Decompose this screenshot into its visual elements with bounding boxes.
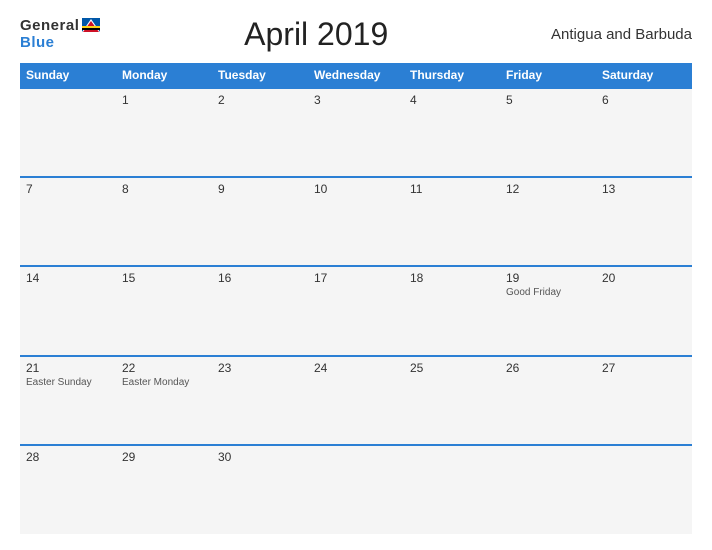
day-number: 14 <box>26 271 110 285</box>
logo-blue: Blue <box>20 35 100 52</box>
calendar-title: April 2019 <box>100 16 532 53</box>
calendar-cell: 7 <box>20 177 116 266</box>
country-name: Antigua and Barbuda <box>532 26 692 43</box>
weekday-header-tuesday: Tuesday <box>212 63 308 88</box>
day-event: Easter Monday <box>122 377 206 388</box>
logo-general: General <box>20 17 79 34</box>
calendar-cell <box>500 445 596 534</box>
week-row-4: 21 Easter Sunday 22 Easter Monday 23 24 25 26 27 <box>20 356 692 445</box>
day-number: 25 <box>410 361 494 375</box>
calendar-cell: 30 <box>212 445 308 534</box>
weekday-header-friday: Friday <box>500 63 596 88</box>
day-number: 12 <box>506 182 590 196</box>
calendar-cell: 9 <box>212 177 308 266</box>
calendar-cell: 29 <box>116 445 212 534</box>
calendar-cell: 6 <box>596 88 692 177</box>
day-number: 15 <box>122 271 206 285</box>
day-number: 13 <box>602 182 686 196</box>
day-number: 27 <box>602 361 686 375</box>
day-number: 18 <box>410 271 494 285</box>
calendar-cell: 13 <box>596 177 692 266</box>
day-number: 24 <box>314 361 398 375</box>
day-number: 4 <box>410 93 494 107</box>
calendar-cell <box>308 445 404 534</box>
day-number: 30 <box>218 450 302 464</box>
calendar-table: SundayMondayTuesdayWednesdayThursdayFrid… <box>20 63 692 534</box>
day-number: 26 <box>506 361 590 375</box>
calendar-cell: 8 <box>116 177 212 266</box>
calendar-cell: 25 <box>404 356 500 445</box>
calendar-cell: 27 <box>596 356 692 445</box>
day-number: 22 <box>122 361 206 375</box>
calendar-cell: 2 <box>212 88 308 177</box>
calendar-header: General Blue April 2019 Antigua and Barb… <box>20 16 692 53</box>
day-number: 16 <box>218 271 302 285</box>
day-number: 2 <box>218 93 302 107</box>
day-number: 23 <box>218 361 302 375</box>
week-row-1: 123456 <box>20 88 692 177</box>
day-event: Easter Sunday <box>26 377 110 388</box>
day-number: 7 <box>26 182 110 196</box>
day-number: 20 <box>602 271 686 285</box>
weekday-header-row: SundayMondayTuesdayWednesdayThursdayFrid… <box>20 63 692 88</box>
calendar-cell: 21 Easter Sunday <box>20 356 116 445</box>
day-number: 28 <box>26 450 110 464</box>
day-number: 6 <box>602 93 686 107</box>
calendar-cell: 19 Good Friday <box>500 266 596 355</box>
calendar-cell: 12 <box>500 177 596 266</box>
calendar-cell: 3 <box>308 88 404 177</box>
calendar-cell <box>596 445 692 534</box>
day-number: 5 <box>506 93 590 107</box>
weekday-header-wednesday: Wednesday <box>308 63 404 88</box>
calendar-cell: 17 <box>308 266 404 355</box>
calendar-cell <box>20 88 116 177</box>
calendar-cell: 10 <box>308 177 404 266</box>
logo: General Blue <box>20 17 100 51</box>
day-number: 29 <box>122 450 206 464</box>
day-number: 10 <box>314 182 398 196</box>
calendar-cell: 26 <box>500 356 596 445</box>
day-event: Good Friday <box>506 287 590 298</box>
week-row-3: 14 15 16 17 18 19 Good Friday 20 <box>20 266 692 355</box>
week-row-2: 789 10 11 12 13 <box>20 177 692 266</box>
day-number: 21 <box>26 361 110 375</box>
day-number: 19 <box>506 271 590 285</box>
calendar-cell: 20 <box>596 266 692 355</box>
calendar-cell: 22 Easter Monday <box>116 356 212 445</box>
day-number: 1 <box>122 93 206 107</box>
calendar-cell: 1 <box>116 88 212 177</box>
day-number: 11 <box>410 182 494 196</box>
calendar-cell: 5 <box>500 88 596 177</box>
logo-flag-icon <box>82 18 100 32</box>
weekday-header-monday: Monday <box>116 63 212 88</box>
calendar-cell: 15 <box>116 266 212 355</box>
calendar-cell: 4 <box>404 88 500 177</box>
calendar-cell: 16 <box>212 266 308 355</box>
day-number: 17 <box>314 271 398 285</box>
weekday-header-saturday: Saturday <box>596 63 692 88</box>
calendar-cell: 14 <box>20 266 116 355</box>
calendar-cell: 23 <box>212 356 308 445</box>
logo-text: General <box>20 17 100 35</box>
weekday-header-sunday: Sunday <box>20 63 116 88</box>
calendar-cell <box>404 445 500 534</box>
day-number: 3 <box>314 93 398 107</box>
weekday-header-thursday: Thursday <box>404 63 500 88</box>
day-number: 9 <box>218 182 302 196</box>
calendar-cell: 18 <box>404 266 500 355</box>
calendar-cell: 24 <box>308 356 404 445</box>
day-number: 8 <box>122 182 206 196</box>
calendar-cell: 11 <box>404 177 500 266</box>
calendar-cell: 28 <box>20 445 116 534</box>
week-row-5: 28 29 30 <box>20 445 692 534</box>
